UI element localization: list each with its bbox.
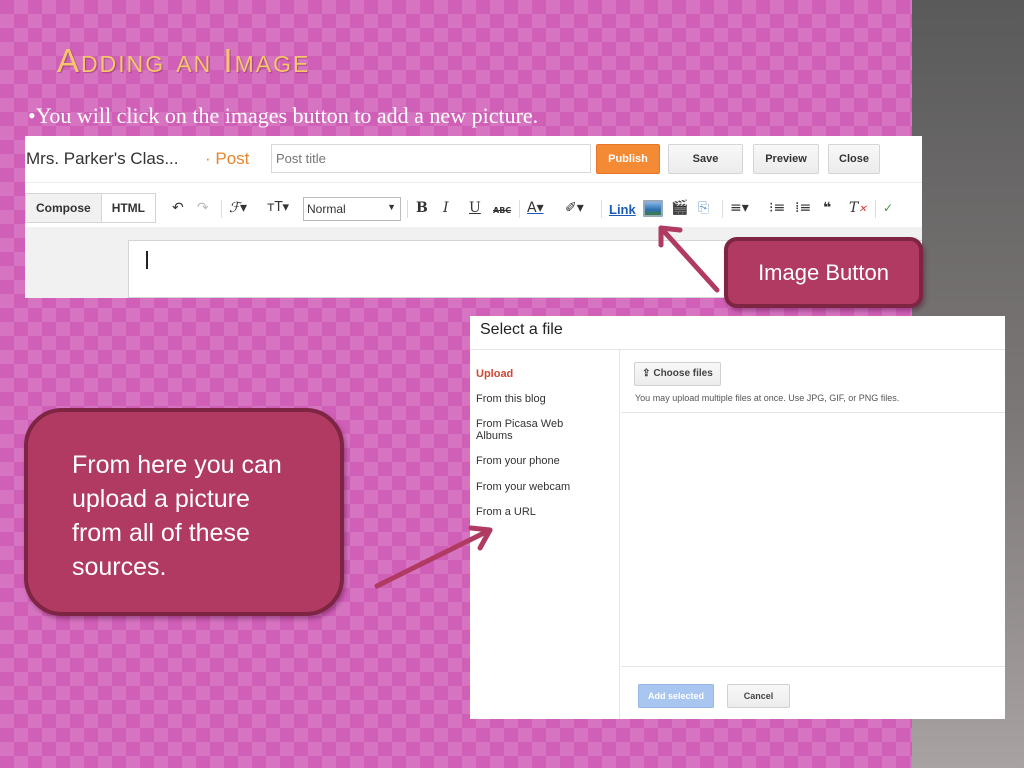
cancel-button[interactable]: Cancel — [727, 684, 790, 708]
source-from-url[interactable]: From a URL — [476, 506, 586, 518]
dialog-title: Select a file — [480, 321, 563, 338]
mode-tabs: Compose HTML — [25, 193, 157, 223]
slide-title: Adding an Image — [57, 42, 311, 79]
undo-icon[interactable]: ↶ — [172, 200, 184, 216]
source-list: Upload From this blog From Picasa Web Al… — [470, 350, 620, 719]
save-button[interactable]: Save — [668, 144, 743, 174]
source-upload[interactable]: Upload — [476, 368, 586, 380]
choose-files-label: Choose files — [653, 368, 713, 379]
compose-tab[interactable]: Compose — [25, 193, 102, 223]
sources-callout: From here you can upload a picture from … — [24, 408, 344, 616]
upload-icon: ⇪ — [642, 368, 651, 379]
bullet-point: •You will click on the images button to … — [28, 103, 538, 129]
font-size-select[interactable]: Normal ▼ — [303, 197, 401, 221]
strikethrough-icon[interactable]: ABC — [493, 203, 511, 219]
numbered-list-icon[interactable]: ⁝≡ — [769, 200, 785, 216]
insert-image-icon[interactable] — [643, 200, 663, 217]
post-breadcrumb: · Post — [205, 149, 250, 168]
editor-header: Mrs. Parker's Clas... · Post Publish Sav… — [25, 136, 922, 182]
toolbar-divider — [407, 200, 408, 218]
html-tab[interactable]: HTML — [101, 193, 157, 223]
insert-video-icon[interactable]: 🎬 — [671, 200, 688, 216]
post-title-input[interactable] — [271, 144, 591, 173]
redo-icon[interactable]: ↷ — [197, 200, 209, 216]
upload-hint: You may upload multiple files at once. U… — [635, 393, 900, 403]
italic-icon[interactable]: I — [443, 200, 449, 216]
toolbar-divider — [601, 200, 602, 218]
blog-name[interactable]: Mrs. Parker's Clas... — [26, 149, 179, 169]
select-file-dialog: Select a file Upload From this blog From… — [470, 316, 1005, 719]
toolbar-divider — [722, 200, 723, 218]
close-button[interactable]: Close — [828, 144, 880, 174]
bullet-symbol: • — [28, 103, 36, 128]
jump-break-icon[interactable]: ⎘ — [698, 200, 709, 216]
quote-icon[interactable]: ❝ — [823, 200, 831, 216]
toolbar-divider — [221, 200, 222, 218]
text-cursor — [146, 251, 148, 269]
source-from-this-blog[interactable]: From this blog — [476, 393, 586, 405]
underline-icon[interactable]: U — [469, 200, 481, 216]
font-size-icon[interactable]: тT▾ — [267, 200, 289, 216]
preview-button[interactable]: Preview — [753, 144, 819, 174]
text-color-icon[interactable]: A▾ — [527, 200, 544, 216]
add-selected-button[interactable]: Add selected — [638, 684, 714, 708]
bold-icon[interactable]: B — [416, 200, 428, 216]
bullet-list-icon[interactable]: ⁞≡ — [795, 200, 811, 216]
font-size-value: Normal — [307, 202, 346, 216]
toolbar-divider — [519, 200, 520, 218]
spellcheck-icon[interactable]: ✓ — [883, 200, 893, 216]
source-from-picasa[interactable]: From Picasa Web Albums — [476, 418, 586, 442]
font-family-icon[interactable]: ℱ▾ — [229, 200, 247, 216]
divider — [621, 666, 1005, 667]
image-button-callout: Image Button — [724, 237, 923, 308]
bullet-text: You will click on the images button to a… — [35, 103, 539, 128]
link-button[interactable]: Link — [609, 202, 636, 217]
source-from-webcam[interactable]: From your webcam — [476, 481, 586, 493]
divider — [621, 412, 1005, 413]
highlight-icon[interactable]: ✐▾ — [565, 200, 584, 216]
editor-toolbar: Compose HTML ↶ ↷ ℱ▾ тT▾ Normal ▼ B I U A… — [25, 182, 922, 226]
source-from-phone[interactable]: From your phone — [476, 455, 586, 467]
clear-formatting-icon[interactable]: T✕ — [849, 200, 867, 218]
chevron-down-icon: ▼ — [387, 202, 396, 212]
choose-files-button[interactable]: ⇪ Choose files — [634, 362, 721, 386]
publish-button[interactable]: Publish — [596, 144, 660, 174]
toolbar-divider — [875, 200, 876, 218]
align-icon[interactable]: ≡▾ — [730, 200, 749, 216]
